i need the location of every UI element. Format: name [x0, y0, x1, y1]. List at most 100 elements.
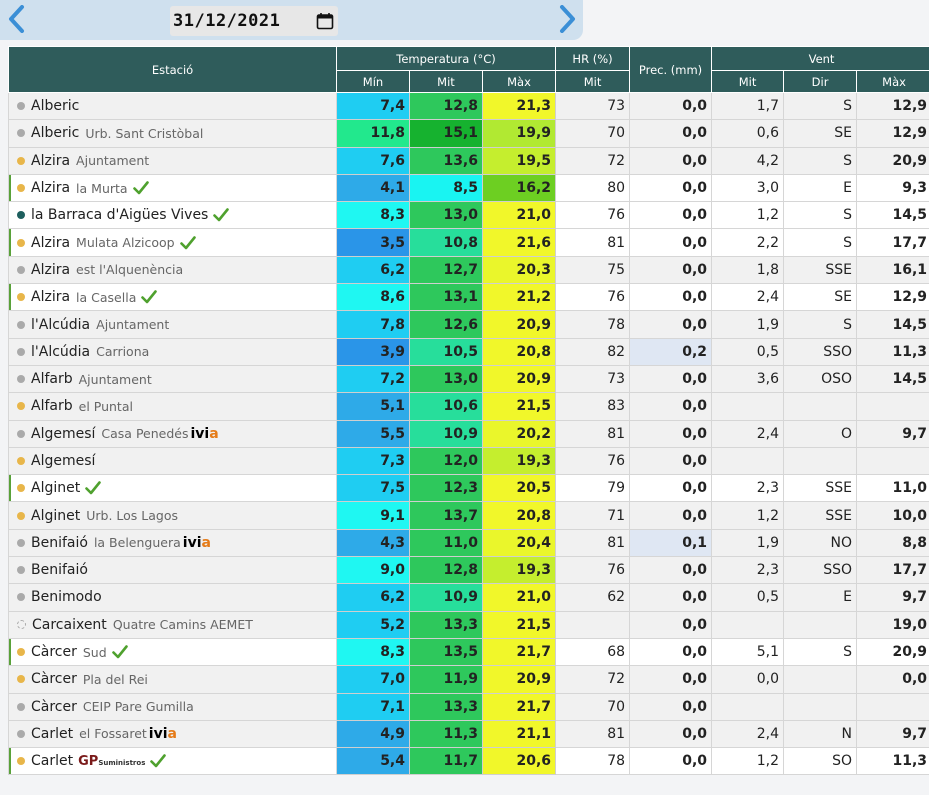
table-row[interactable]: Alzira Mulata Alzicoop 3,5 10,8 21,6 81 0,0 2,2…	[8, 228, 929, 257]
station-name[interactable]: la Barraca d'Aigües Vives	[31, 207, 208, 223]
station-name[interactable]: Benimodo	[31, 589, 102, 605]
wind-max-cell: 16,1	[856, 255, 929, 285]
table-row[interactable]: Alfarb Ajuntament 7,2 13,0 20,9 73 0,0 3,6 OSO 14…	[8, 364, 929, 394]
table-row[interactable]: l'Alcúdia Ajuntament 7,8 12,6 20,9 78 0,0 1,9 S 1…	[8, 310, 929, 339]
station-cell[interactable]: Càrcer Sud	[8, 637, 337, 667]
table-row[interactable]: Alfarb el Puntal 5,1 10,6 21,5 83 0,0	[8, 392, 929, 421]
station-name[interactable]: Algemesí	[31, 453, 95, 469]
table-row[interactable]: Alberic 7,4 12,8 21,3 73 0,0 1,7 S 12,9	[8, 91, 929, 121]
table-row[interactable]: Alzira la Murta 4,1 8,5 16,2 80 0,0 3,0 E 9,3	[8, 173, 929, 203]
station-cell[interactable]: Alginet	[8, 474, 337, 503]
station-location: la Belenguera	[93, 535, 181, 551]
station-cell[interactable]: Alzira la Murta	[8, 173, 337, 203]
table-row[interactable]: Alzira est l'Alquenència 6,2 12,7 20,3 75 0,0 1…	[8, 255, 929, 285]
station-cell[interactable]: Alzira est l'Alquenència	[8, 255, 337, 285]
station-name[interactable]: Alberic	[31, 125, 79, 141]
table-row[interactable]: Algemesí 7,3 12,0 19,3 76 0,0	[8, 446, 929, 476]
station-name[interactable]: Alzira	[31, 262, 70, 278]
precip-cell: 0,0	[629, 119, 713, 148]
table-row[interactable]: Benifaió 9,0 12,8 19,3 76 0,0 2,3 SSO 17,7	[8, 556, 929, 585]
station-name[interactable]: Alginet	[31, 508, 80, 524]
table-row[interactable]: Alginet Urb. Los Lagos 9,1 13,7 20,8 71 0,0 1,2…	[8, 501, 929, 530]
table-row[interactable]: la Barraca d'Aigües Vives 8,3 13,0 21,0 76 0,…	[8, 201, 929, 230]
station-cell[interactable]: Alberic Urb. Sant Cristòbal	[8, 119, 337, 148]
station-name[interactable]: Alginet	[31, 480, 80, 496]
header-humidity: HR (%)	[555, 46, 631, 71]
station-name[interactable]: Alfarb	[31, 398, 73, 414]
date-value: 31/12/2021	[173, 11, 281, 31]
header-temp-max[interactable]: Màx	[481, 70, 557, 93]
station-cell[interactable]: Algemesí	[8, 446, 337, 476]
header-wind-dir[interactable]: Dir	[783, 70, 858, 93]
station-cell[interactable]: la Barraca d'Aigües Vives	[8, 201, 337, 230]
station-cell[interactable]: Alzira Mulata Alzicoop	[8, 228, 337, 257]
table-row[interactable]: Càrcer CEIP Pare Gumilla 7,1 13,3 21,7 70 0,0	[8, 692, 929, 721]
station-name[interactable]: Alzira	[31, 235, 70, 251]
station-cell[interactable]: Benifaió la Belenguera ivia	[8, 528, 337, 558]
station-cell[interactable]: Benifaió	[8, 556, 337, 585]
calendar-icon[interactable]	[316, 12, 334, 30]
station-name[interactable]: l'Alcúdia	[31, 317, 90, 333]
station-cell[interactable]: l'Alcúdia Ajuntament	[8, 310, 337, 339]
prev-day-button[interactable]	[4, 3, 28, 35]
station-location: Ajuntament	[96, 317, 170, 333]
table-row[interactable]: Alberic Urb. Sant Cristòbal 11,8 15,1 19,9 70…	[8, 119, 929, 148]
header-temp-min[interactable]: Mín	[336, 70, 410, 93]
header-wind-max[interactable]: Màx	[856, 70, 929, 93]
station-cell[interactable]: Alfarb el Puntal	[8, 392, 337, 421]
table-row[interactable]: Alginet 7,5 12,3 20,5 79 0,0 2,3 SSE 11,0	[8, 474, 929, 503]
table-row[interactable]: Carcaixent Quatre Camins AEMET 5,2 13,3 21,5…	[8, 610, 929, 639]
temp-max-cell: 16,2	[481, 173, 557, 203]
temp-min-cell: 5,4	[336, 747, 410, 776]
header-station[interactable]: Estació	[8, 46, 337, 93]
date-input[interactable]: 31/12/2021	[170, 6, 338, 36]
station-cell[interactable]: Carcaixent Quatre Camins AEMET	[8, 610, 337, 639]
station-name[interactable]: Carlet	[31, 726, 73, 742]
table-row[interactable]: Algemesí Casa Penedés ivia 5,5 10,9 20,2 81 0,0…	[8, 419, 929, 448]
station-name[interactable]: l'Alcúdia	[31, 344, 90, 360]
station-name[interactable]: Càrcer	[31, 644, 77, 660]
station-location: Ajuntament	[78, 371, 152, 387]
table-row[interactable]: Càrcer Pla del Rei 7,0 11,9 20,9 72 0,0 0,0 0,0	[8, 665, 929, 694]
table-row[interactable]: Alzira la Casella 8,6 13,1 21,2 76 0,0 2,4 SE 12,…	[8, 283, 929, 312]
station-name[interactable]: Alzira	[31, 180, 70, 196]
station-cell[interactable]: Alberic	[8, 91, 337, 121]
station-cell[interactable]: Alzira la Casella	[8, 283, 337, 312]
next-day-button[interactable]	[556, 3, 580, 35]
station-cell[interactable]: Càrcer Pla del Rei	[8, 665, 337, 694]
station-name[interactable]: Algemesí	[31, 426, 95, 442]
station-name[interactable]: Càrcer	[31, 671, 77, 687]
station-cell[interactable]: Carlet el Fossaret ivia	[8, 719, 337, 749]
table-row[interactable]: l'Alcúdia Carriona 3,9 10,5 20,8 82 0,2 0,5 SSO 1…	[8, 337, 929, 366]
table-row[interactable]: Alzira Ajuntament 7,6 13,6 19,5 72 0,0 4,2 S 20,9	[8, 146, 929, 175]
table-row[interactable]: Carlet GPSuministros 5,4 11,7 20,6 78 0,0 1,2 SO…	[8, 747, 929, 776]
table-row[interactable]: Càrcer Sud 8,3 13,5 21,7 68 0,0 5,1 S 20,9	[8, 637, 929, 667]
verified-check-icon	[150, 754, 167, 768]
station-name[interactable]: Benifaió	[31, 535, 88, 551]
table-row[interactable]: Carlet el Fossaret ivia 4,9 11,3 21,1 81 0,0 2,4…	[8, 719, 929, 749]
station-cell[interactable]: Càrcer CEIP Pare Gumilla	[8, 692, 337, 721]
station-name[interactable]: Alberic	[31, 98, 79, 114]
header-temp-mit[interactable]: Mit	[409, 70, 483, 93]
station-name[interactable]: Alzira	[31, 289, 70, 305]
station-cell[interactable]: l'Alcúdia Carriona	[8, 337, 337, 366]
station-name[interactable]: Alzira	[31, 153, 70, 169]
station-cell[interactable]: Algemesí Casa Penedés ivia	[8, 419, 337, 448]
station-cell[interactable]: Alfarb Ajuntament	[8, 364, 337, 394]
station-name[interactable]: Càrcer	[31, 699, 77, 715]
header-hr-mit[interactable]: Mit	[555, 70, 631, 93]
station-cell[interactable]: Carlet GPSuministros	[8, 747, 337, 776]
station-cell[interactable]: Benimodo	[8, 583, 337, 612]
station-name[interactable]: Alfarb	[31, 371, 73, 387]
header-wind-mit[interactable]: Mit	[711, 70, 785, 93]
wind-dir-cell	[783, 392, 858, 421]
table-row[interactable]: Benimodo 6,2 10,9 21,0 62 0,0 0,5 E 9,7	[8, 583, 929, 612]
table-row[interactable]: Benifaió la Belenguera ivia 4,3 11,0 20,4 81 0,…	[8, 528, 929, 558]
station-name[interactable]: Benifaió	[31, 562, 88, 578]
wind-dir-cell: S	[783, 91, 858, 121]
station-name[interactable]: Carlet	[31, 753, 73, 769]
station-cell[interactable]: Alginet Urb. Los Lagos	[8, 501, 337, 530]
station-cell[interactable]: Alzira Ajuntament	[8, 146, 337, 175]
station-name[interactable]: Carcaixent	[32, 617, 107, 633]
temp-max-cell: 21,1	[481, 719, 557, 749]
